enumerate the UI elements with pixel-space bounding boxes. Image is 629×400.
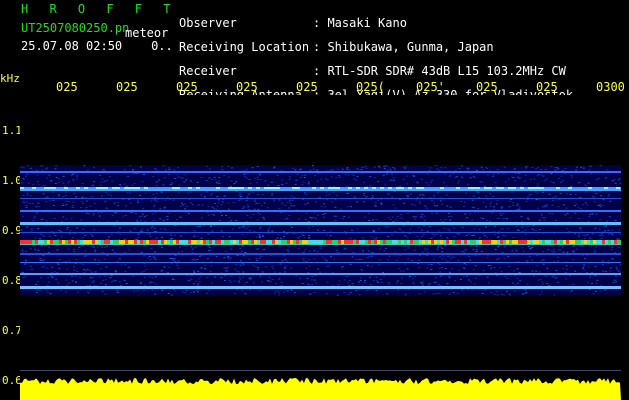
x-tick-label: 025 — [536, 80, 558, 94]
y-tick-label: 0.7 — [2, 324, 22, 337]
meteor-label: meteor — [125, 26, 169, 40]
x-tick-label: 025 — [296, 80, 318, 94]
x-tick-label: 025 — [56, 80, 78, 94]
receiver-value: : RTL-SDR SDR# 43dB L15 103.2MHz CW — [313, 64, 566, 78]
spectrogram-svg — [20, 95, 621, 400]
x-tick-label: 025( — [356, 80, 385, 94]
file-name: UT2507080250.pn — [21, 21, 130, 35]
location-value: : Shibukawa, Gunma, Japan — [313, 40, 494, 54]
x-tick-label: 025 — [476, 80, 498, 94]
y-tick-label: 0.6 — [2, 374, 22, 387]
counter: 0.. — [151, 39, 173, 53]
datetime: 25.07.08 02:50 — [21, 39, 123, 53]
x-tick-label: 025 — [176, 80, 198, 94]
x-tick-label: 025' — [416, 80, 445, 94]
x-tick-label: 0300 — [596, 80, 625, 94]
x-tick-label: 025 — [236, 80, 258, 94]
receiver-label: Receiver — [179, 64, 237, 78]
y-axis-unit: kHz — [0, 72, 20, 85]
x-tick-label: 025 — [116, 80, 138, 94]
location-label: Receiving Location — [179, 40, 310, 54]
y-tick-label: 0.8 — [2, 274, 22, 287]
y-tick-label: 0.9 — [2, 224, 22, 237]
spectrogram-plot — [20, 95, 621, 400]
observer-value: : Masaki Kano — [313, 16, 407, 30]
app-title: H R O F F T — [21, 2, 178, 16]
timestamp: 25.07.08 02:50 0.. — [21, 40, 173, 52]
y-tick-label: 1.1 — [2, 124, 22, 137]
y-tick-label: 1.0 — [2, 174, 22, 187]
observer-label: Observer — [179, 16, 237, 30]
